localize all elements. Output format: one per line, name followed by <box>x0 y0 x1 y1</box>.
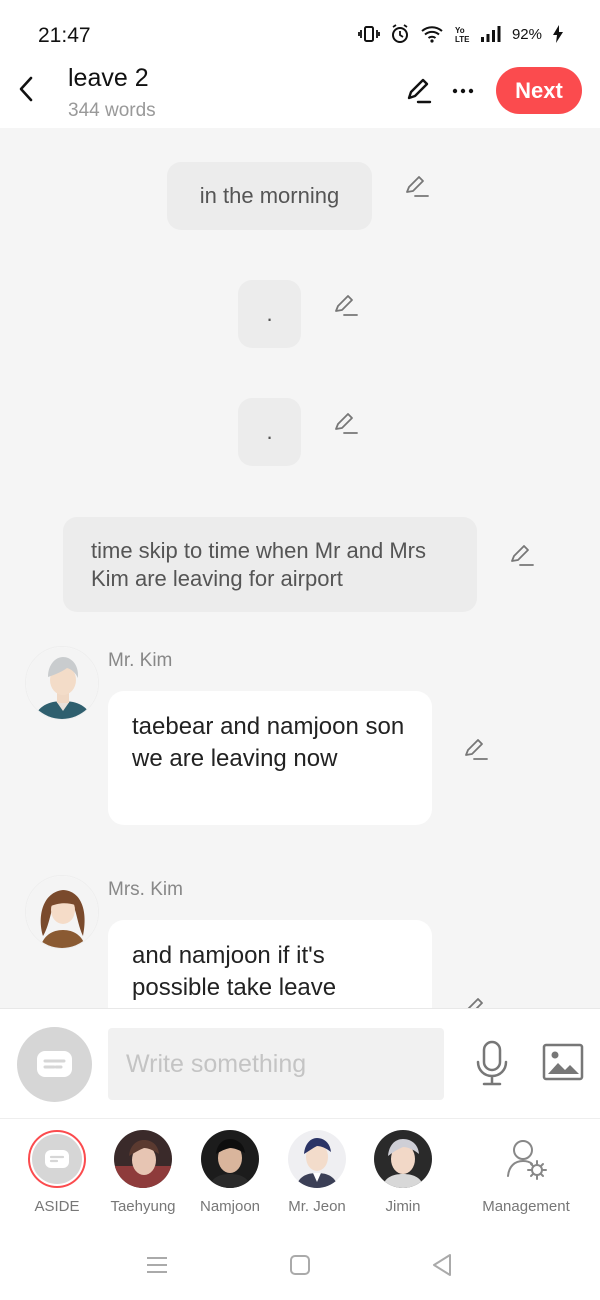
edit-message-button[interactable] <box>403 172 431 200</box>
narration-message[interactable]: . <box>238 280 301 348</box>
aside-icon <box>37 1051 72 1077</box>
character-management[interactable]: Management <box>476 1130 576 1215</box>
character-avatar <box>288 1130 346 1188</box>
narration-text: . <box>266 301 273 326</box>
edit-message-button[interactable] <box>508 541 536 569</box>
pencil-icon <box>465 739 488 760</box>
vibrate-icon <box>358 24 380 44</box>
pencil-icon <box>406 176 429 197</box>
character-portrait <box>288 1130 346 1188</box>
avatar-mr-kim[interactable] <box>25 646 99 720</box>
home-icon <box>290 1255 310 1275</box>
character-avatar <box>114 1130 172 1188</box>
edit-message-button[interactable] <box>462 994 490 1008</box>
message-input[interactable] <box>108 1028 444 1100</box>
next-button[interactable]: Next <box>496 67 582 114</box>
status-time: 21:47 <box>38 24 91 47</box>
narration-message[interactable]: in the morning <box>167 162 372 230</box>
management-avatar <box>497 1130 555 1188</box>
battery-charging-icon <box>552 24 564 44</box>
character-taehyung[interactable]: Taehyung <box>103 1130 183 1215</box>
volte-icon: Yo LTE <box>454 24 470 44</box>
narration-message[interactable]: time skip to time when Mr and Mrs Kim ar… <box>63 517 477 612</box>
narration-text: time skip to time when Mr and Mrs Kim ar… <box>91 538 426 591</box>
image-icon <box>542 1043 584 1081</box>
character-namjoon[interactable]: Namjoon <box>190 1130 270 1215</box>
edit-title-button[interactable] <box>403 76 433 106</box>
aside-toggle-button[interactable] <box>17 1027 92 1102</box>
character-label: Jimin <box>385 1198 421 1215</box>
home-button[interactable] <box>285 1250 315 1280</box>
speaker-name: Mrs. Kim <box>108 879 183 900</box>
character-aside[interactable]: ASIDE <box>17 1130 97 1215</box>
menu-icon <box>147 1257 167 1273</box>
svg-text:Yo: Yo <box>455 26 465 35</box>
system-nav-bar <box>0 1230 600 1300</box>
character-bar: ASIDE Taehyung Namjoon Mr. Jeon Jimin Ma… <box>0 1118 600 1230</box>
more-icon <box>452 88 474 94</box>
signal-icon <box>480 25 502 43</box>
header: leave 2 344 words Next <box>0 60 600 128</box>
word-count: 344 words <box>68 100 156 121</box>
chevron-left-icon <box>19 76 33 102</box>
character-label: Namjoon <box>199 1198 261 1215</box>
avatar-mrs-kim[interactable] <box>25 875 99 949</box>
character-portrait <box>374 1130 432 1188</box>
character-portrait <box>26 876 98 948</box>
character-portrait <box>26 647 98 719</box>
insert-image-button[interactable] <box>541 1042 585 1082</box>
alarm-icon <box>390 24 410 44</box>
story-title: leave 2 <box>68 64 149 92</box>
compose-bar <box>0 1008 600 1118</box>
status-icons: Yo LTE 92% <box>358 24 564 44</box>
pencil-icon <box>335 413 358 434</box>
wifi-icon <box>420 24 444 44</box>
character-avatar <box>201 1130 259 1188</box>
recent-apps-button[interactable] <box>142 1250 172 1280</box>
edit-message-button[interactable] <box>332 291 360 319</box>
character-label: Mr. Jeon <box>288 1198 346 1215</box>
pencil-icon <box>407 78 432 104</box>
narration-text: . <box>266 419 273 444</box>
character-label: Management <box>482 1198 570 1215</box>
back-nav-button[interactable] <box>428 1250 458 1280</box>
manage-characters-icon <box>507 1140 547 1180</box>
narration-text: in the morning <box>199 183 340 208</box>
back-triangle-icon <box>433 1254 451 1276</box>
speaker-name: Mr. Kim <box>108 650 173 671</box>
character-label: Taehyung <box>110 1198 176 1215</box>
character-portrait <box>114 1130 172 1188</box>
pencil-icon <box>335 295 358 316</box>
aside-avatar <box>28 1130 86 1188</box>
character-avatar <box>374 1130 432 1188</box>
narration-message[interactable]: . <box>238 398 301 466</box>
microphone-button[interactable] <box>474 1040 510 1086</box>
dialogue-text: taebear and namjoon son we are leaving n… <box>132 713 405 772</box>
edit-message-button[interactable] <box>332 409 360 437</box>
svg-text:LTE: LTE <box>455 35 470 44</box>
chat-area[interactable]: in the morning . . time skip to time whe… <box>0 128 600 1008</box>
dialogue-bubble[interactable]: taebear and namjoon son we are leaving n… <box>108 691 432 825</box>
pencil-icon <box>467 998 483 1008</box>
dialogue-text: and namjoon if it's possible take leave <box>132 942 337 1001</box>
pencil-icon <box>511 545 534 566</box>
status-bar: 21:47 Yo LTE 92% <box>0 0 600 60</box>
back-button[interactable] <box>14 74 40 104</box>
more-options-button[interactable] <box>448 76 478 106</box>
character-portrait <box>201 1130 259 1188</box>
dialogue-bubble[interactable]: and namjoon if it's possible take leave <box>108 920 432 1008</box>
character-jimin[interactable]: Jimin <box>363 1130 443 1215</box>
edit-message-button[interactable] <box>462 735 490 763</box>
battery-text: 92% <box>511 25 542 43</box>
aside-icon <box>45 1150 69 1168</box>
microphone-icon <box>476 1040 508 1086</box>
character-mr-jeon[interactable]: Mr. Jeon <box>277 1130 357 1215</box>
character-label: ASIDE <box>34 1198 80 1215</box>
